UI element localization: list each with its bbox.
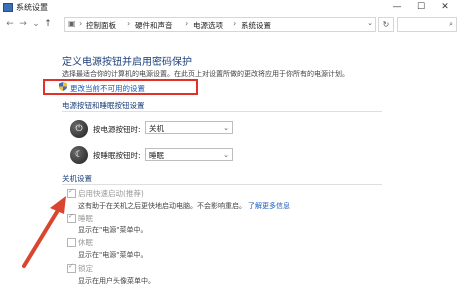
hibernate-checkbox[interactable]	[67, 238, 76, 247]
power-section-title: 电源按钮和睡眠按钮设置	[62, 101, 145, 110]
close-button[interactable]: ✕	[434, 0, 456, 14]
lock-description: 显示在用户头像菜单中。	[78, 277, 155, 285]
hibernate-description: 显示在"电源"菜单中。	[78, 251, 148, 259]
sleep-checkbox[interactable]	[67, 212, 76, 223]
shield-icon	[59, 82, 67, 91]
chevron-down-icon: ⌄	[223, 151, 229, 159]
annotation-arrow-icon	[22, 196, 66, 268]
change-unavailable-settings-link[interactable]: 更改当前不可用的设置	[70, 83, 145, 94]
breadcrumb-hardware-sound[interactable]: 硬件和声音	[135, 20, 173, 31]
app-icon	[3, 3, 13, 12]
search-icon: ⌕	[449, 20, 453, 28]
address-dropdown-icon[interactable]: ⌄	[367, 19, 373, 27]
sleep-label: 睡眠	[78, 214, 93, 223]
power-button-icon: ⏻	[70, 120, 88, 138]
minimize-button[interactable]: —	[386, 0, 408, 14]
sleep-button-icon: ☾	[70, 146, 88, 164]
hibernate-label: 休眠	[78, 238, 93, 247]
lock-checkbox[interactable]	[67, 262, 76, 273]
breadcrumb-separator: ›	[79, 19, 83, 28]
section-divider	[62, 184, 382, 185]
back-button[interactable]: ←	[4, 17, 16, 31]
breadcrumb-separator: ›	[233, 19, 237, 28]
breadcrumb-control-panel[interactable]: 控制面板	[86, 20, 116, 31]
shutdown-section-title: 关机设置	[62, 174, 92, 183]
window-title: 系统设置	[16, 3, 48, 12]
sleep-button-label: 按睡眠按钮时:	[93, 151, 141, 160]
sleep-button-action-select[interactable]: 睡眠 ⌄	[145, 148, 233, 161]
recent-locations-button[interactable]: ⌄	[30, 17, 42, 31]
breadcrumb-separator: ›	[127, 19, 131, 28]
chevron-down-icon: ⌄	[223, 124, 229, 132]
breadcrumb-system-settings[interactable]: 系统设置	[241, 20, 271, 31]
address-bar[interactable]: ▣ › 控制面板 › 硬件和声音 › 电源选项 › 系统设置 ⌄	[64, 17, 376, 32]
search-box[interactable]: ⌕	[397, 17, 457, 32]
learn-more-link[interactable]: 了解更多信息	[248, 201, 290, 211]
power-button-label: 按电源按钮时:	[93, 125, 141, 134]
up-button[interactable]: ↑	[42, 17, 54, 31]
page-title: 定义电源按钮并启用密码保护	[62, 57, 192, 68]
section-divider	[62, 111, 382, 112]
fast-startup-description: 这有助于在关机之后更快地启动电脑。不会影响重启。	[78, 202, 246, 210]
forward-button[interactable]: →	[17, 17, 29, 31]
breadcrumb-separator: ›	[185, 19, 189, 28]
power-button-action-select[interactable]: 关机 ⌄	[145, 121, 233, 134]
fast-startup-checkbox[interactable]	[67, 187, 76, 198]
page-description: 选择最适合你的计算机的电源设置。在此页上对设置所做的更改将应用于你所有的电源计划…	[62, 70, 349, 78]
refresh-button[interactable]: ↻	[378, 17, 394, 32]
sleep-button-action-value: 睡眠	[149, 151, 164, 160]
folder-icon: ▣	[68, 19, 76, 28]
lock-label: 锁定	[78, 264, 93, 273]
sleep-description: 显示在"电源"菜单中。	[78, 226, 148, 234]
maximize-button[interactable]: ☐	[410, 0, 432, 14]
breadcrumb-power-options[interactable]: 电源选项	[193, 20, 223, 31]
power-button-action-value: 关机	[149, 124, 164, 133]
fast-startup-label: 启用快速启动(推荐)	[78, 189, 144, 198]
